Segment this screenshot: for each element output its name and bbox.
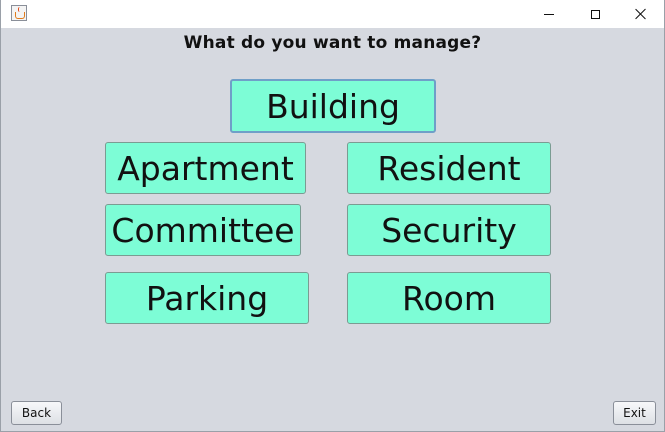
minimize-button[interactable]: [526, 0, 572, 28]
building-button[interactable]: Building: [230, 79, 436, 133]
parking-button[interactable]: Parking: [105, 272, 309, 324]
back-button[interactable]: Back: [11, 401, 62, 425]
minimize-icon: [544, 13, 554, 15]
close-button[interactable]: [618, 0, 664, 28]
resident-button[interactable]: Resident: [347, 142, 551, 194]
room-button[interactable]: Room: [347, 272, 551, 324]
close-icon: [635, 8, 647, 20]
exit-button[interactable]: Exit: [613, 401, 656, 425]
committee-button[interactable]: Committee: [105, 204, 301, 256]
apartment-button[interactable]: Apartment: [105, 142, 306, 194]
maximize-button[interactable]: [572, 0, 618, 28]
security-button[interactable]: Security: [347, 204, 551, 256]
main-window: What do you want to manage? Building Apa…: [0, 0, 665, 432]
page-title: What do you want to manage?: [183, 33, 482, 53]
java-cup-icon: [11, 5, 27, 21]
maximize-icon: [590, 9, 600, 19]
title-bar: [1, 0, 664, 28]
